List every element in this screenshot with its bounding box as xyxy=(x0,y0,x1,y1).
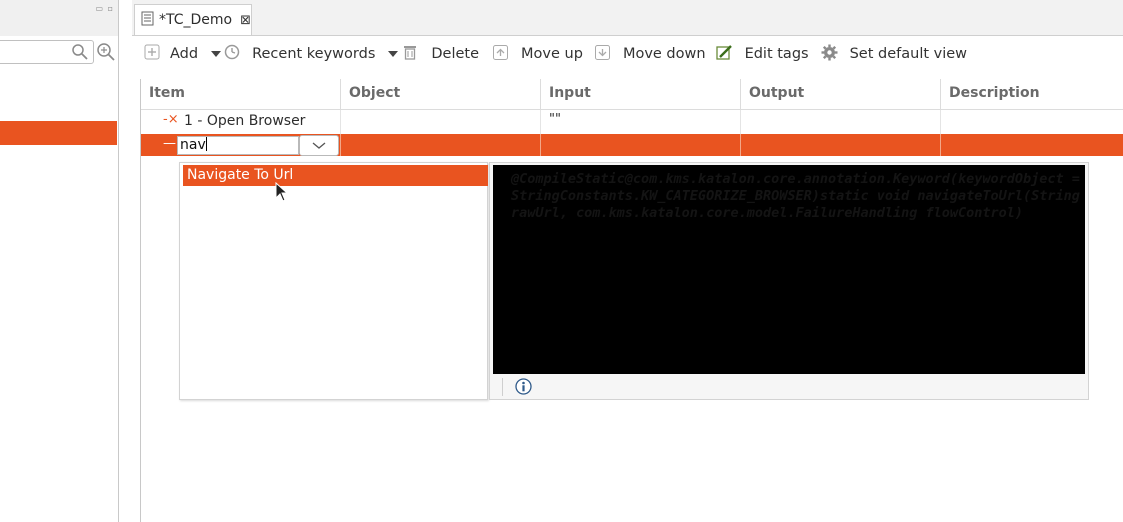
column-header-output[interactable]: Output xyxy=(741,79,941,110)
step-item-label: 1 - Open Browser xyxy=(184,113,306,129)
advanced-search-icon[interactable] xyxy=(96,42,116,66)
chevron-down-icon[interactable] xyxy=(210,46,222,62)
add-button[interactable]: Add xyxy=(144,40,198,68)
text-caret xyxy=(205,137,207,151)
move-up-button[interactable]: Move up xyxy=(493,40,583,68)
column-header-item[interactable]: Item xyxy=(141,79,341,110)
column-header-description[interactable]: Description xyxy=(941,79,1123,110)
input-cell-editing[interactable] xyxy=(541,134,741,156)
keyword-documentation-text: @CompileStatic@com.kms.katalon.core.anno… xyxy=(493,165,1085,374)
output-cell[interactable] xyxy=(741,110,941,134)
suggestion-item-navigate-to-url[interactable]: Navigate To Url xyxy=(183,165,488,202)
table-row-editing[interactable]: — nav xyxy=(141,134,1123,156)
toolbar: Add Recent keywords Delete Move up Move … xyxy=(132,36,1123,72)
keyword-step-icon: -× xyxy=(163,112,179,127)
keyword-dropdown-button[interactable] xyxy=(299,135,339,156)
move-down-label: Move down xyxy=(622,46,706,62)
edit-tags-label: Edit tags xyxy=(744,46,809,62)
column-header-input[interactable]: Input xyxy=(541,79,741,110)
input-cell[interactable]: "" xyxy=(541,110,741,134)
move-down-button[interactable]: Move down xyxy=(594,40,706,68)
gear-icon xyxy=(821,44,838,65)
left-panel-header: ▭ ▫ xyxy=(0,0,118,36)
keyword-suggestion-list: Navigate To Url xyxy=(179,162,488,400)
item-cell[interactable]: -× 1 - Open Browser xyxy=(141,110,341,134)
input-value: "" xyxy=(549,112,561,127)
keyword-documentation-popup: @CompileStatic@com.kms.katalon.core.anno… xyxy=(489,162,1089,400)
close-tab-icon[interactable]: ⊠ xyxy=(240,13,251,28)
tab-tc-demo[interactable]: *TC_Demo ⊠ xyxy=(134,4,252,35)
item-cell-editing[interactable]: — nav xyxy=(141,134,341,156)
delete-button[interactable]: Delete xyxy=(387,40,479,68)
tab-label: *TC_Demo xyxy=(159,12,233,28)
add-label: Add xyxy=(170,46,199,62)
mouse-pointer-icon xyxy=(275,181,289,209)
edit-tags-button[interactable]: Edit tags xyxy=(715,40,809,68)
delete-label: Delete xyxy=(431,46,480,62)
trash-icon xyxy=(403,44,417,64)
keyword-edit-input[interactable]: nav xyxy=(177,136,299,155)
table-row[interactable]: -× 1 - Open Browser "" xyxy=(141,110,1123,134)
object-cell[interactable] xyxy=(341,110,541,134)
info-icon[interactable] xyxy=(515,378,532,399)
left-explorer-panel: ▭ ▫ xyxy=(0,0,119,522)
edit-tags-icon xyxy=(715,44,733,65)
chevron-down-icon[interactable] xyxy=(387,46,399,62)
new-step-icon: — xyxy=(163,136,176,151)
chevron-down-icon xyxy=(312,138,326,154)
recent-keywords-button[interactable]: Recent keywords xyxy=(210,40,375,68)
object-cell-editing[interactable] xyxy=(341,134,541,156)
add-icon xyxy=(144,44,160,64)
output-cell-editing[interactable] xyxy=(741,134,941,156)
recent-keywords-label: Recent keywords xyxy=(252,46,376,62)
editor-tab-bar: *TC_Demo ⊠ xyxy=(132,0,1123,36)
column-header-object[interactable]: Object xyxy=(341,79,541,110)
clock-icon xyxy=(224,44,240,64)
test-case-icon xyxy=(141,11,154,30)
selected-tree-item[interactable] xyxy=(0,121,117,145)
footer-separator xyxy=(502,378,503,396)
left-search-field[interactable] xyxy=(0,40,94,64)
arrow-up-icon xyxy=(493,44,509,64)
minimize-maximize-icon[interactable]: ▭ ▫ xyxy=(95,4,114,13)
set-default-view-button[interactable]: Set default view xyxy=(821,40,967,68)
description-cell[interactable] xyxy=(941,110,1123,134)
keyword-edit-value: nav xyxy=(180,137,206,153)
suggestion-label: Navigate To Url xyxy=(187,167,294,183)
documentation-footer xyxy=(490,375,1088,399)
set-default-view-label: Set default view xyxy=(849,46,968,62)
move-up-label: Move up xyxy=(521,46,583,62)
description-cell-editing[interactable] xyxy=(941,134,1123,156)
search-icon[interactable] xyxy=(71,43,89,65)
arrow-down-icon xyxy=(594,44,610,64)
